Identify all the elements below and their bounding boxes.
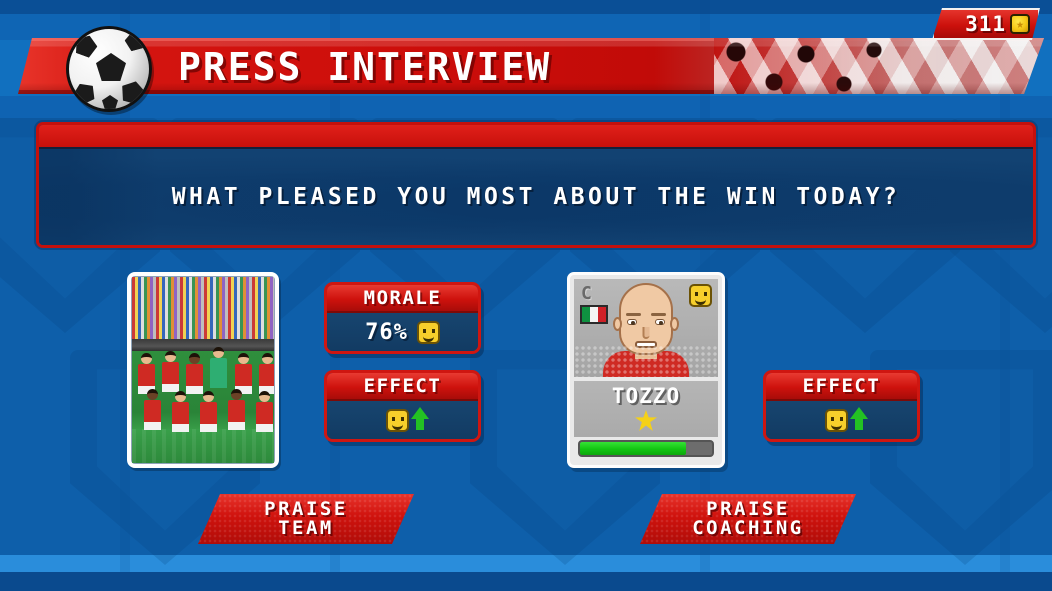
team-photo-image — [131, 276, 275, 464]
player-figure — [256, 391, 273, 432]
currency-badge[interactable]: 311 — [932, 8, 1040, 40]
smiley-face-icon — [689, 284, 712, 307]
morale-panel: MORALE 76% — [324, 282, 481, 354]
morale-header: MORALE — [327, 285, 478, 313]
team-effect-body — [327, 401, 478, 439]
gold-star-icon — [635, 410, 657, 431]
player-figure — [162, 351, 179, 392]
page-header: PRESS INTERVIEW — [0, 26, 1046, 112]
coin-amount: 311 — [965, 12, 1006, 36]
coaching-effect-body — [766, 401, 917, 439]
praise-team-button[interactable]: PRAISE TEAM — [198, 494, 414, 544]
soccer-ball-icon — [66, 26, 152, 112]
player-figure — [172, 391, 189, 432]
italy-flag-icon — [580, 305, 608, 324]
captain-badge: C — [581, 283, 592, 304]
player-figure — [144, 389, 161, 430]
player-figure — [259, 353, 274, 394]
praise-team-line2: TEAM — [278, 517, 334, 539]
coin-icon — [1010, 14, 1030, 34]
player-rating-bar — [578, 440, 714, 457]
coaching-effect-label: EFFECT — [802, 375, 881, 397]
question-text: WHAT PLEASED YOU MOST ABOUT THE WIN TODA… — [171, 184, 901, 210]
page-title: PRESS INTERVIEW — [178, 45, 552, 90]
player-figure — [235, 353, 252, 394]
stadium-crowd — [132, 277, 274, 339]
team-effect-label: EFFECT — [363, 375, 442, 397]
praise-coaching-button[interactable]: PRAISE COACHING — [640, 494, 856, 544]
praise-coaching-line2: COACHING — [692, 517, 804, 539]
coaching-effect-header: EFFECT — [766, 373, 917, 401]
player-figure — [186, 353, 203, 394]
player-figure — [138, 353, 155, 394]
morale-value: 76% — [365, 319, 408, 345]
morale-body: 76% — [327, 313, 478, 351]
question-body: WHAT PLEASED YOU MOST ABOUT THE WIN TODA… — [39, 149, 1033, 245]
smiley-face-icon — [385, 408, 409, 432]
morale-label: MORALE — [363, 287, 442, 309]
player-face — [603, 283, 689, 377]
player-figure — [200, 391, 217, 432]
player-name: TOZZO — [611, 384, 681, 408]
player-card[interactable]: C TOZZO — [567, 272, 725, 468]
player-figure — [228, 389, 245, 430]
coaching-effect-panel: EFFECT — [763, 370, 920, 442]
stadium-rail — [132, 339, 274, 351]
team-photo[interactable] — [127, 272, 279, 468]
player-rating-bar-fill — [580, 442, 686, 455]
team-effect-header: EFFECT — [327, 373, 478, 401]
goalkeeper-figure — [210, 347, 227, 388]
smiley-face-icon — [416, 320, 440, 344]
smiley-face-icon — [824, 408, 848, 432]
team-effect-panel: EFFECT — [324, 370, 481, 442]
question-panel: WHAT PLEASED YOU MOST ABOUT THE WIN TODA… — [36, 122, 1036, 248]
player-name-box: TOZZO — [574, 381, 718, 437]
player-portrait: C — [574, 279, 718, 377]
